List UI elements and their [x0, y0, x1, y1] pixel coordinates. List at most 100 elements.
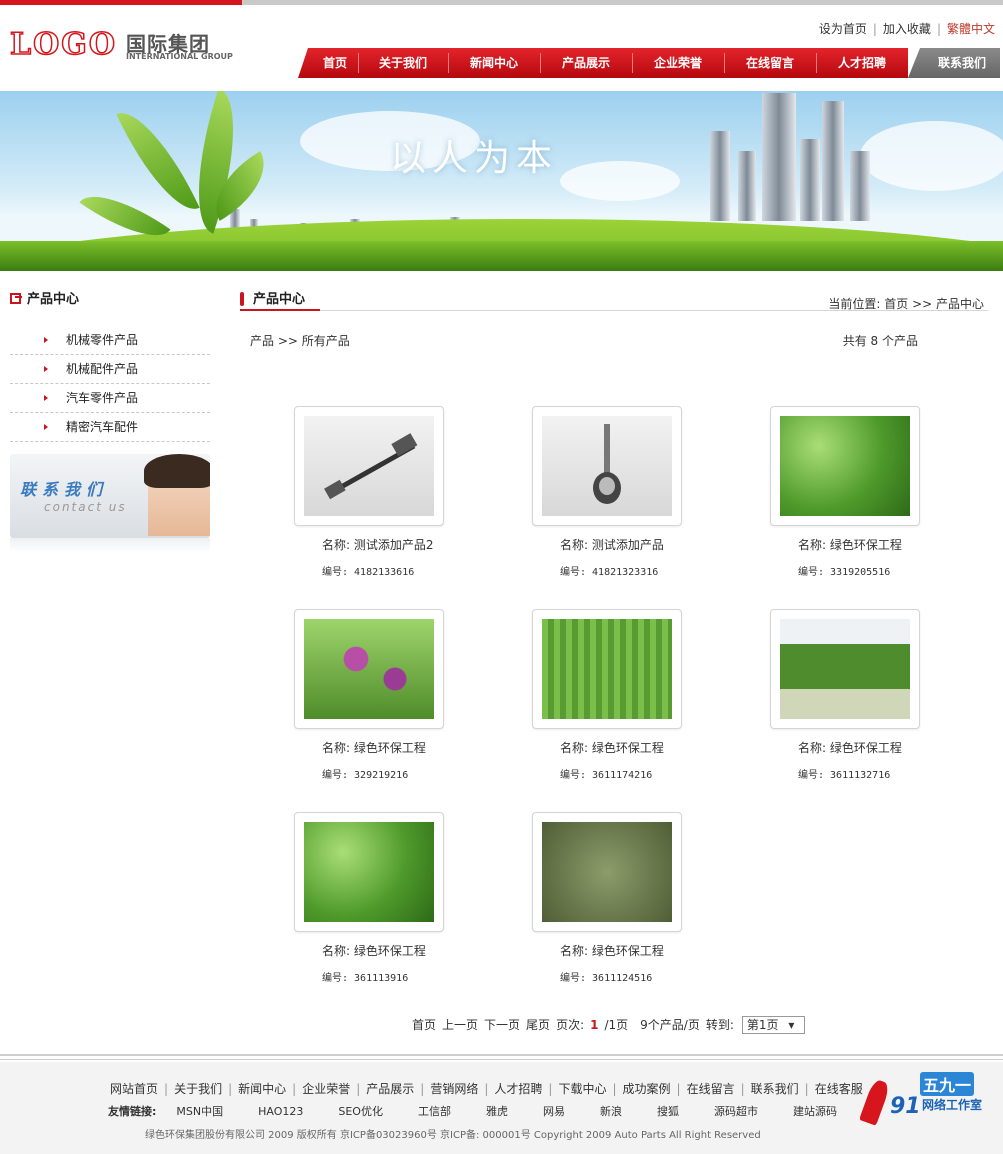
triangle-right-icon	[44, 395, 48, 401]
product-code: 编号: 3611124516	[560, 973, 653, 984]
sidebar-title: 产品中心	[10, 290, 210, 310]
product-card[interactable]: 名称: 绿色环保工程 编号: 3611132716	[770, 609, 970, 781]
nav-news[interactable]: 新闻中心	[450, 48, 538, 78]
contact-us-banner[interactable]: 联系我们 contact us	[10, 454, 210, 538]
product-code: 编号: 329219216	[322, 770, 409, 781]
footer-link-about[interactable]: 关于我们	[174, 1082, 222, 1096]
product-image-mech-joint	[542, 416, 672, 516]
nav-jobs[interactable]: 人才招聘	[818, 48, 906, 78]
product-code: 编号: 41821323316	[560, 567, 659, 578]
category-list: 机械零件产品 机械配件产品 汽车零件产品 精密汽车配件	[10, 326, 210, 442]
product-card[interactable]: 名称: 绿色环保工程 编号: 3611174216	[532, 609, 732, 781]
product-card[interactable]: 名称: 绿色环保工程 编号: 361113916	[294, 812, 494, 984]
friend-link-sina[interactable]: 新浪	[600, 1103, 622, 1119]
studio-badge[interactable]: 91 五九一 网络工作室	[859, 1068, 1000, 1148]
sidebar-item-mech-accessories[interactable]: 机械配件产品	[10, 355, 210, 384]
top-links: 设为首页 | 加入收藏 | 繁體中文	[818, 22, 995, 36]
friend-link-hao123[interactable]: HAO123	[258, 1105, 303, 1118]
set-homepage-link[interactable]: 设为首页	[819, 22, 867, 36]
product-thumbnail[interactable]	[294, 609, 444, 729]
footer-link-service[interactable]: 在线客服	[815, 1082, 863, 1096]
footer-link-network[interactable]: 营销网络	[430, 1082, 478, 1096]
product-code: 编号: 3611174216	[560, 770, 653, 781]
runner-icon	[859, 1078, 891, 1126]
arrow-box-icon	[10, 293, 22, 304]
product-thumbnail[interactable]	[532, 812, 682, 932]
friend-link-sohu[interactable]: 搜狐	[657, 1103, 679, 1119]
product-thumbnail[interactable]	[770, 609, 920, 729]
friend-link-msn[interactable]: MSN中国	[176, 1103, 223, 1119]
footer-link-products[interactable]: 产品展示	[366, 1082, 414, 1096]
footer-link-news[interactable]: 新闻中心	[238, 1082, 286, 1096]
triangle-right-icon	[44, 424, 48, 430]
nav-home[interactable]: 首页	[310, 48, 360, 78]
product-name[interactable]: 名称: 绿色环保工程	[322, 739, 426, 756]
nav-products[interactable]: 产品展示	[542, 48, 630, 78]
product-card[interactable]: 名称: 测试添加产品2 编号: 4182133616	[294, 406, 494, 578]
product-card[interactable]: 名称: 绿色环保工程 编号: 329219216	[294, 609, 494, 781]
sidebar-item-precision-auto[interactable]: 精密汽车配件	[10, 413, 210, 442]
product-card[interactable]: 名称: 绿色环保工程 编号: 3611124516	[532, 812, 732, 984]
friend-link-netease[interactable]: 网易	[543, 1103, 565, 1119]
product-image-vine-leaves	[542, 822, 672, 922]
footer-link-guestbook[interactable]: 在线留言	[687, 1082, 735, 1096]
footer-link-honors[interactable]: 企业荣誉	[302, 1082, 350, 1096]
friend-link-yahoo[interactable]: 雅虎	[486, 1103, 508, 1119]
logo-word: LOGO	[9, 27, 117, 62]
product-image-mech-shaft	[304, 416, 434, 516]
nav-contact[interactable]: 联系我们	[924, 48, 1000, 78]
product-image-green-leaves	[780, 416, 910, 516]
product-breadcrumb: 产品 >> 所有产品	[250, 334, 350, 348]
section-header: 产品中心 当前位置: 首页 >> 产品中心	[240, 290, 988, 311]
product-name[interactable]: 名称: 测试添加产品2	[322, 536, 434, 553]
friend-link-seo[interactable]: SEO优化	[338, 1103, 383, 1119]
breadcrumb-position: 当前位置: 首页 >> 产品中心	[828, 297, 984, 311]
footer-link-contact[interactable]: 联系我们	[751, 1082, 799, 1096]
pager-pages-label: 页次: 1/1页	[556, 1018, 629, 1032]
product-thumbnail[interactable]	[532, 609, 682, 729]
product-name[interactable]: 名称: 测试添加产品	[560, 536, 664, 553]
hero-banner: 以人为本	[0, 91, 1003, 271]
footer-link-cases[interactable]: 成功案例	[623, 1082, 671, 1096]
main-content: 产品中心 当前位置: 首页 >> 产品中心 产品 >> 所有产品 共有 8 个产…	[240, 290, 988, 984]
product-thumbnail[interactable]	[294, 406, 444, 526]
chevron-down-icon: ▾	[788, 1018, 795, 1032]
product-name[interactable]: 名称: 绿色环保工程	[560, 942, 664, 959]
product-name[interactable]: 名称: 绿色环保工程	[560, 739, 664, 756]
product-name[interactable]: 名称: 绿色环保工程	[322, 942, 426, 959]
product-image-willow-trees	[542, 619, 672, 719]
product-thumbnail[interactable]	[532, 406, 682, 526]
product-thumbnail[interactable]	[770, 406, 920, 526]
pager-last[interactable]: 尾页	[526, 1018, 550, 1032]
footer-link-downloads[interactable]: 下载中心	[558, 1082, 606, 1096]
pager-first[interactable]: 首页	[412, 1018, 436, 1032]
page-select[interactable]: 第1页 ▾	[741, 1016, 806, 1034]
pager-next[interactable]: 下一页	[484, 1018, 520, 1032]
product-image-purple-flowers	[304, 619, 434, 719]
pager-prev[interactable]: 上一页	[442, 1018, 478, 1032]
product-code: 编号: 4182133616	[322, 567, 415, 578]
friend-link-site-source[interactable]: 建站源码	[793, 1103, 837, 1119]
product-name[interactable]: 名称: 绿色环保工程	[798, 739, 902, 756]
nav-about[interactable]: 关于我们	[360, 48, 446, 78]
sidebar-item-auto-parts[interactable]: 汽车零件产品	[10, 384, 210, 413]
nav-guestbook[interactable]: 在线留言	[726, 48, 814, 78]
product-card[interactable]: 名称: 测试添加产品 编号: 41821323316	[532, 406, 732, 578]
main-nav: 首页 关于我们 新闻中心 产品展示 企业荣誉 在线留言 人才招聘 联系我们	[298, 48, 1000, 78]
nav-honors[interactable]: 企业荣誉	[634, 48, 722, 78]
footer-link-home[interactable]: 网站首页	[110, 1082, 158, 1096]
friend-link-miit[interactable]: 工信部	[418, 1103, 451, 1119]
traditional-chinese-link[interactable]: 繁體中文	[947, 22, 995, 36]
friend-links-label: 友情链接:	[108, 1105, 157, 1118]
pager-current: 1	[590, 1018, 599, 1032]
product-count: 共有 8 个产品	[842, 334, 918, 348]
product-code: 编号: 361113916	[322, 973, 409, 984]
friend-link-source-market[interactable]: 源码超市	[714, 1103, 758, 1119]
product-card[interactable]: 名称: 绿色环保工程 编号: 3319205516	[770, 406, 970, 578]
add-favorite-link[interactable]: 加入收藏	[883, 22, 931, 36]
product-code: 编号: 3319205516	[798, 567, 891, 578]
footer-link-jobs[interactable]: 人才招聘	[494, 1082, 542, 1096]
sidebar-item-mech-parts[interactable]: 机械零件产品	[10, 326, 210, 355]
product-name[interactable]: 名称: 绿色环保工程	[798, 536, 902, 553]
product-thumbnail[interactable]	[294, 812, 444, 932]
